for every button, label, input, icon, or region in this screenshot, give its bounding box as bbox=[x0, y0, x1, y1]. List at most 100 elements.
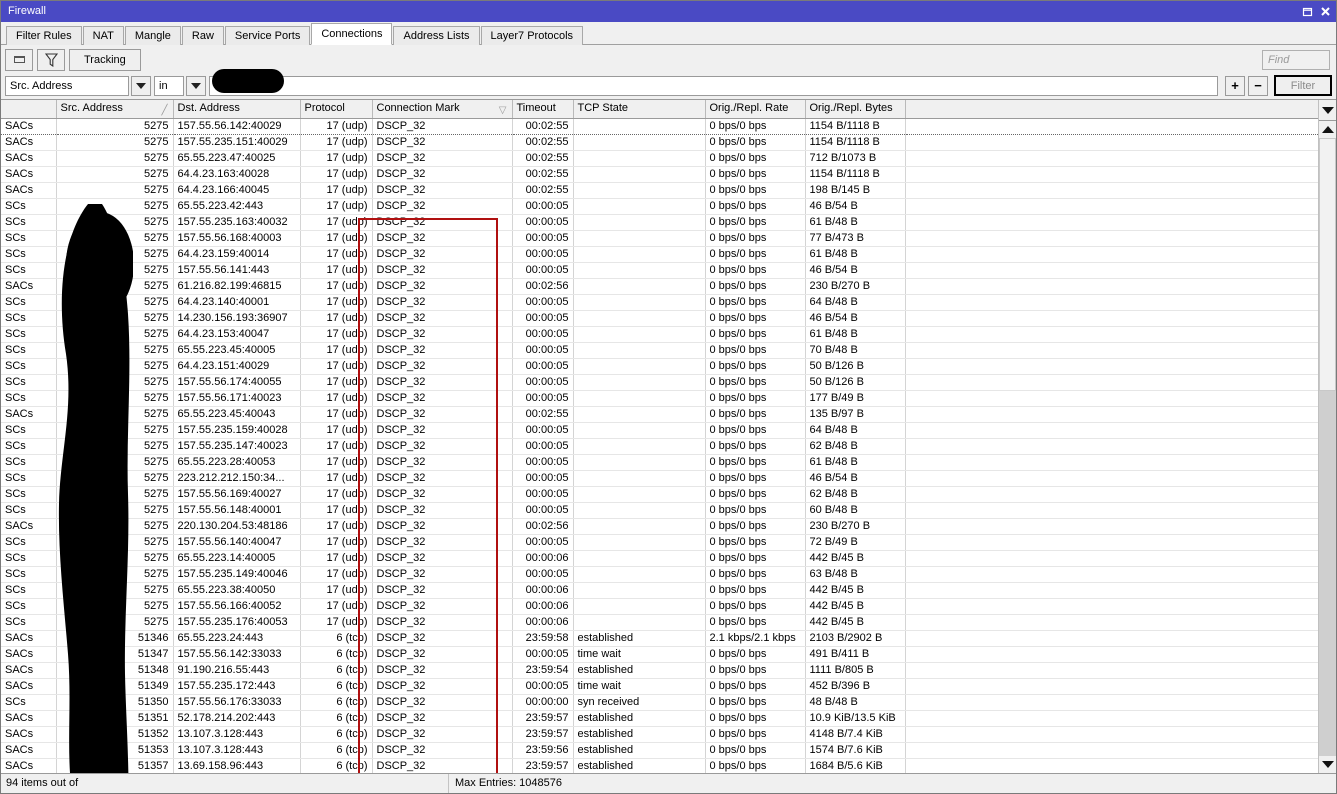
table-row[interactable]: SCs 5275 157.55.56.166:40052 17 (udp) DSCP_3… bbox=[1, 598, 1318, 615]
cell-connection-mark: DSCP_32 bbox=[372, 342, 513, 359]
cell-connection-mark: DSCP_32 bbox=[372, 454, 513, 471]
cell-timeout: 00:00:05 bbox=[512, 390, 574, 407]
table-row[interactable]: SCs 5275 65.55.223.45:40005 17 (udp) DSCP_32… bbox=[1, 342, 1318, 359]
tab-connections[interactable]: Connections bbox=[311, 23, 393, 45]
table-row[interactable]: SACs 51353 13.107.3.128:443 6 (tcp) DSCP_32 2… bbox=[1, 742, 1318, 759]
table-row[interactable]: SCs 5275 64.4.23.159:40014 17 (udp) DSCP_32 0… bbox=[1, 246, 1318, 263]
table-row[interactable]: SCs 5275 64.4.23.151:40029 17 (udp) DSCP_32 0… bbox=[1, 358, 1318, 375]
table-row[interactable]: SACs 51348 91.190.216.55:443 6 (tcp) DSCP_32… bbox=[1, 662, 1318, 679]
column-header-orig-repl-bytes[interactable]: Orig./Repl. Bytes bbox=[805, 100, 906, 119]
filter-field-value[interactable]: Src. Address bbox=[5, 75, 129, 96]
find-input[interactable]: Find bbox=[1262, 49, 1330, 70]
tab-nat[interactable]: NAT bbox=[82, 26, 124, 45]
cell-timeout: 00:00:00 bbox=[512, 694, 574, 711]
table-row[interactable]: SACs 51349 157.55.235.172:443 6 (tcp) DSCP_3… bbox=[1, 678, 1318, 695]
column-header-timeout[interactable]: Timeout bbox=[512, 100, 574, 119]
cell-orig-repl-rate: 0 bps/0 bps bbox=[705, 582, 806, 599]
table-row[interactable]: SACs 5275 157.55.235.151:40029 17 (udp) DSCP… bbox=[1, 134, 1318, 151]
column-header-flags[interactable] bbox=[1, 100, 57, 119]
table-row[interactable]: SCs 5275 64.4.23.140:40001 17 (udp) DSCP_32 0… bbox=[1, 294, 1318, 311]
cell-filler bbox=[905, 150, 1318, 167]
filter-operator-combo[interactable]: in bbox=[154, 75, 206, 96]
cell-src-address: 5275 bbox=[56, 438, 174, 455]
cell-flags: SCs bbox=[1, 198, 57, 215]
remove-filter-button[interactable]: − bbox=[1248, 75, 1268, 96]
table-row[interactable]: SACs 5275 61.216.82.199:46815 17 (udp) DSCP_… bbox=[1, 278, 1318, 295]
column-header-orig-repl-rate[interactable]: Orig./Repl. Rate bbox=[705, 100, 806, 119]
tab-service-ports[interactable]: Service Ports bbox=[224, 26, 311, 45]
tab-layer7-protocols[interactable]: Layer7 Protocols bbox=[480, 26, 584, 45]
cell-filler bbox=[905, 166, 1318, 183]
cell-connection-mark: DSCP_32 bbox=[372, 358, 513, 375]
tab-mangle[interactable]: Mangle bbox=[124, 26, 181, 45]
table-row[interactable]: SACs 5275 65.55.223.45:40043 17 (udp) DSCP_3… bbox=[1, 406, 1318, 423]
column-header-protocol[interactable]: Protocol bbox=[300, 100, 373, 119]
column-header-dst-address[interactable]: Dst. Address bbox=[173, 100, 301, 119]
table-row[interactable]: SACs 51347 157.55.56.142:33033 6 (tcp) DSCP_… bbox=[1, 646, 1318, 663]
table-row[interactable]: SCs 5275 157.55.56.148:40001 17 (udp) DSCP_3… bbox=[1, 502, 1318, 519]
cell-src-address: 5275 bbox=[56, 534, 174, 551]
table-row[interactable]: SCs 51350 157.55.56.176:33033 6 (tcp) DSCP_3… bbox=[1, 694, 1318, 711]
table-row[interactable]: SACs 51357 13.69.158.96:443 6 (tcp) DSCP_32 2… bbox=[1, 758, 1318, 773]
cell-flags: SACs bbox=[1, 182, 57, 199]
chevron-down-icon[interactable] bbox=[186, 75, 206, 96]
cell-dst-address: 157.55.56.168:40003 bbox=[173, 230, 301, 247]
table-row[interactable]: SCs 5275 14.230.156.193:36907 17 (udp) DSCP_… bbox=[1, 310, 1318, 327]
tab-address-lists[interactable]: Address Lists bbox=[393, 26, 480, 45]
table-row[interactable]: SCs 5275 157.55.56.168:40003 17 (udp) DSCP_3… bbox=[1, 230, 1318, 247]
table-row[interactable]: SACs 51351 52.178.214.202:443 6 (tcp) DSCP_3… bbox=[1, 710, 1318, 727]
table-row[interactable]: SACs 5275 157.55.56.142:40029 17 (udp) DSCP_… bbox=[1, 118, 1318, 135]
cell-dst-address: 14.230.156.193:36907 bbox=[173, 310, 301, 327]
chevron-down-icon[interactable] bbox=[131, 75, 151, 96]
column-chooser-button[interactable] bbox=[1319, 100, 1336, 121]
table-row[interactable]: SCs 5275 157.55.56.169:40027 17 (udp) DSCP_3… bbox=[1, 486, 1318, 503]
add-filter-button[interactable]: + bbox=[1225, 75, 1245, 96]
table-row[interactable]: SCs 5275 157.55.235.176:40053 17 (udp) DSCP_… bbox=[1, 614, 1318, 631]
scroll-down-button[interactable] bbox=[1319, 756, 1336, 773]
column-header-tcp-state[interactable]: TCP State bbox=[573, 100, 706, 119]
column-header-src-address[interactable]: Src. Address ╱ bbox=[56, 100, 174, 119]
vertical-scrollbar[interactable] bbox=[1318, 100, 1336, 773]
table-row[interactable]: SCs 5275 157.55.235.147:40023 17 (udp) DSCP_… bbox=[1, 438, 1318, 455]
table-row[interactable]: SACs 51346 65.55.223.24:443 6 (tcp) DSCP_32 2… bbox=[1, 630, 1318, 647]
table-row[interactable]: SCs 5275 157.55.235.163:40032 17 (udp) DSCP_… bbox=[1, 214, 1318, 231]
cell-orig-repl-bytes: 1574 B/7.6 KiB bbox=[805, 742, 906, 759]
table-row[interactable]: SCs 5275 65.55.223.14:40005 17 (udp) DSCP_32… bbox=[1, 550, 1318, 567]
filter-button[interactable]: Filter bbox=[1274, 75, 1332, 96]
filter-value-input[interactable] bbox=[209, 68, 1218, 96]
table-row[interactable]: SCs 5275 223.212.212.150:34... 17 (udp) DSCP… bbox=[1, 470, 1318, 487]
tracking-button[interactable]: Tracking bbox=[69, 48, 141, 71]
table-row[interactable]: SCs 5275 157.55.235.149:40046 17 (udp) DSCP_… bbox=[1, 566, 1318, 583]
table-row[interactable]: SCs 5275 157.55.235.159:40028 17 (udp) DSCP_… bbox=[1, 422, 1318, 439]
close-icon[interactable] bbox=[1317, 3, 1334, 20]
tab-raw[interactable]: Raw bbox=[181, 26, 224, 45]
scroll-up-button[interactable] bbox=[1319, 121, 1336, 138]
table-row[interactable]: SCs 5275 64.4.23.153:40047 17 (udp) DSCP_32 0… bbox=[1, 326, 1318, 343]
table-row[interactable]: SCs 5275 157.55.56.141:443 17 (udp) DSCP_32 0… bbox=[1, 262, 1318, 279]
tab-filter-rules[interactable]: Filter Rules bbox=[6, 26, 82, 45]
cell-dst-address: 64.4.23.140:40001 bbox=[173, 294, 301, 311]
scrollbar-thumb[interactable] bbox=[1319, 138, 1336, 392]
table-row[interactable]: SACs 5275 64.4.23.163:40028 17 (udp) DSCP_32… bbox=[1, 166, 1318, 183]
table-row[interactable]: SACs 5275 64.4.23.166:40045 17 (udp) DSCP_32… bbox=[1, 182, 1318, 199]
cell-tcp-state bbox=[573, 470, 706, 487]
cell-timeout: 23:59:57 bbox=[512, 726, 574, 743]
table-row[interactable]: SACs 5275 220.130.204.53:48186 17 (udp) DSCP… bbox=[1, 518, 1318, 535]
cell-protocol: 17 (udp) bbox=[300, 598, 373, 615]
restore-icon[interactable] bbox=[1299, 3, 1316, 20]
filter-toggle-button[interactable] bbox=[37, 48, 65, 71]
table-row[interactable]: SCs 5275 65.55.223.38:40050 17 (udp) DSCP_32… bbox=[1, 582, 1318, 599]
table-row[interactable]: SCs 5275 157.55.56.171:40023 17 (udp) DSCP_3… bbox=[1, 390, 1318, 407]
filter-field-combo[interactable]: Src. Address bbox=[5, 75, 151, 96]
table-row[interactable]: SCs 5275 65.55.223.42:443 17 (udp) DSCP_32 00… bbox=[1, 198, 1318, 215]
table-row[interactable]: SACs 51352 13.107.3.128:443 6 (tcp) DSCP_32 2… bbox=[1, 726, 1318, 743]
scrollbar-track[interactable] bbox=[1319, 138, 1336, 756]
remove-button[interactable] bbox=[5, 48, 33, 71]
table-row[interactable]: SACs 5275 65.55.223.47:40025 17 (udp) DSCP_3… bbox=[1, 150, 1318, 167]
table-row[interactable]: SCs 5275 157.55.56.140:40047 17 (udp) DSCP_3… bbox=[1, 534, 1318, 551]
filter-operator-value[interactable]: in bbox=[154, 75, 184, 96]
cell-orig-repl-bytes: 491 B/411 B bbox=[805, 646, 906, 663]
column-header-connection-mark[interactable]: Connection Mark ▽ bbox=[372, 100, 513, 119]
table-row[interactable]: SCs 5275 65.55.223.28:40053 17 (udp) DSCP_32… bbox=[1, 454, 1318, 471]
table-row[interactable]: SCs 5275 157.55.56.174:40055 17 (udp) DSCP_3… bbox=[1, 374, 1318, 391]
